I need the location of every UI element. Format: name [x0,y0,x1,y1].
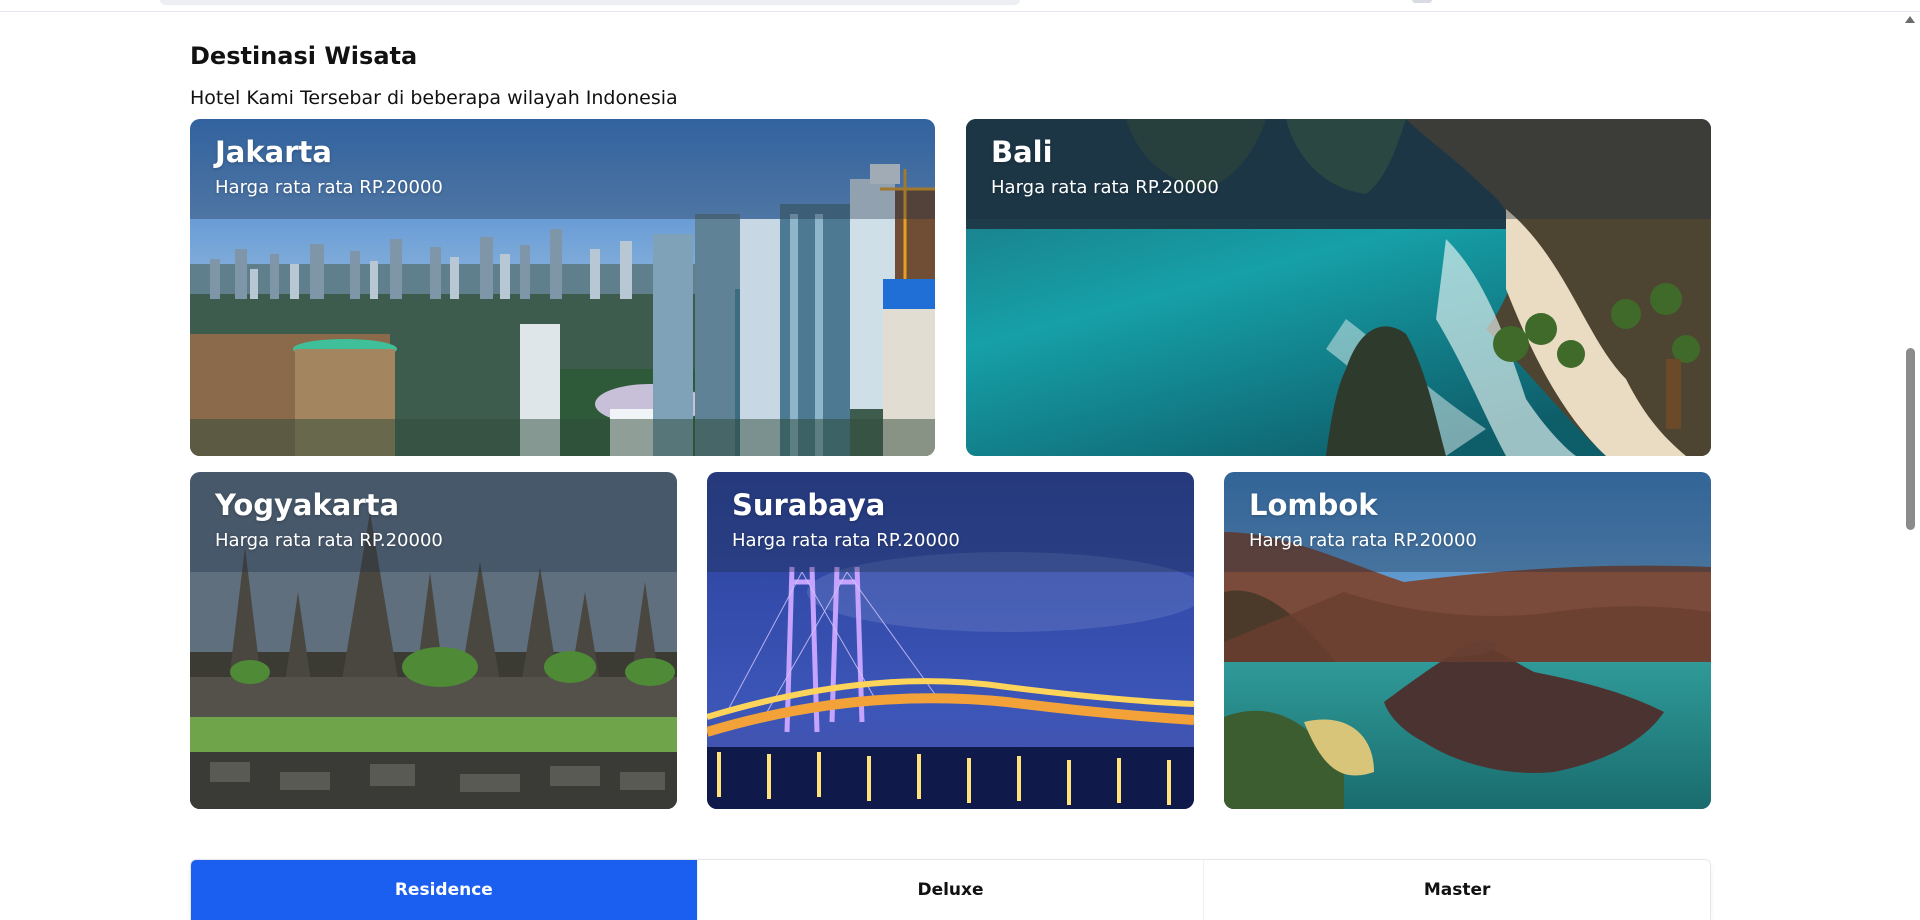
destination-card-yogyakarta[interactable]: Yogyakarta Harga rata rata RP.20000 [190,472,677,809]
room-type-tabs: Residence Deluxe Master [190,859,1711,920]
destination-price: Harga rata rata RP.20000 [215,177,443,198]
section-subtitle: Hotel Kami Tersebar di beberapa wilayah … [190,87,678,109]
card-overlay [1224,472,1711,572]
browser-top-strip [0,0,1920,12]
section-title: Destinasi Wisata [190,42,418,70]
destination-name: Surabaya [732,488,886,522]
destination-card-surabaya[interactable]: Surabaya Harga rata rata RP.20000 [707,472,1194,809]
scrollbar-thumb[interactable] [1906,348,1915,530]
destination-name: Bali [991,135,1053,169]
card-overlay [707,472,1194,572]
profile-avatar-edge [1412,0,1432,3]
destination-name: Yogyakarta [215,488,400,522]
scroll-up-arrow-icon[interactable] [1905,16,1915,23]
card-overlay [190,119,935,219]
destination-price: Harga rata rata RP.20000 [991,177,1219,198]
tab-deluxe[interactable]: Deluxe [698,860,1205,920]
card-overlay [966,119,1711,219]
destination-price: Harga rata rata RP.20000 [215,530,443,551]
destination-card-bali[interactable]: Bali Harga rata rata RP.20000 [966,119,1711,456]
address-bar-edge [160,0,1020,5]
card-overlay [190,472,677,572]
page-scrollbar[interactable] [1900,12,1920,920]
tab-residence[interactable]: Residence [191,860,698,920]
destination-price: Harga rata rata RP.20000 [732,530,960,551]
tab-master[interactable]: Master [1204,860,1710,920]
destination-card-jakarta[interactable]: Jakarta Harga rata rata RP.20000 [190,119,935,456]
destination-card-lombok[interactable]: Lombok Harga rata rata RP.20000 [1224,472,1711,809]
destination-price: Harga rata rata RP.20000 [1249,530,1477,551]
destination-name: Jakarta [215,135,332,169]
destination-name: Lombok [1249,488,1378,522]
